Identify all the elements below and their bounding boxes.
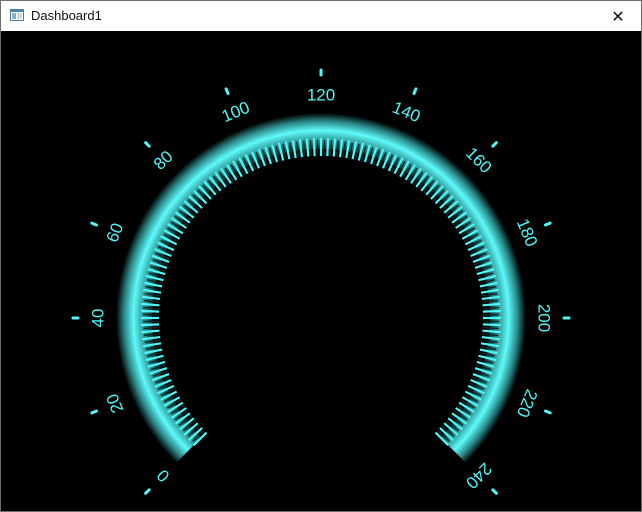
- scale-label: 40: [89, 309, 108, 328]
- minor-tick: [141, 329, 160, 334]
- speed-gauge: 0 20 40 60 80 100 120 140 160 180 200 220 240: [71, 68, 571, 495]
- app-window: Dashboard1 ✕ 0 20 40 60 80 100 120 140 160 180 200…: [0, 0, 642, 512]
- gauge-glow-band: [116, 113, 526, 463]
- minor-tick-gap: [143, 326, 160, 330]
- scale-label: 140: [390, 98, 423, 126]
- minor-tick: [305, 138, 310, 157]
- minor-tick-gap: [329, 140, 333, 157]
- major-tick: [544, 221, 552, 227]
- major-tick: [224, 87, 230, 95]
- major-tick: [544, 409, 552, 415]
- title-bar[interactable]: Dashboard1 ✕: [1, 1, 641, 31]
- major-tick: [491, 141, 498, 148]
- close-icon: ✕: [611, 6, 625, 26]
- minor-tick: [312, 138, 316, 157]
- close-button[interactable]: ✕: [595, 1, 641, 31]
- scale-label: 120: [307, 86, 335, 105]
- minor-tick: [482, 329, 501, 334]
- gauge-arc: [116, 113, 526, 463]
- major-tick: [412, 87, 418, 95]
- minor-tick-gap: [482, 326, 499, 330]
- minor-tick: [332, 138, 337, 157]
- scale-label: 60: [103, 220, 128, 245]
- major-tick: [90, 409, 98, 415]
- scale-label: 160: [462, 144, 495, 177]
- minor-tick: [326, 138, 330, 157]
- major-tick: [491, 488, 498, 495]
- minor-tick: [482, 323, 501, 327]
- minor-tick-gap: [482, 306, 499, 310]
- scale-label: 0: [153, 466, 173, 486]
- minor-tick: [141, 323, 160, 327]
- minor-tick: [141, 302, 160, 307]
- minor-tick-gap: [143, 306, 160, 310]
- scale-label: 20: [103, 391, 128, 416]
- major-tick: [90, 221, 98, 227]
- scale-label: 240: [462, 459, 495, 492]
- dashboard-canvas: 0 20 40 60 80 100 120 140 160 180 200 220 240: [1, 31, 641, 511]
- minor-tick-gap: [309, 140, 313, 157]
- minor-tick: [141, 309, 160, 313]
- scale-label: 180: [513, 216, 541, 249]
- scale-label: 80: [150, 147, 177, 174]
- minor-tick: [482, 302, 501, 307]
- window-app-icon: [10, 9, 24, 21]
- scale-label: 200: [535, 304, 554, 332]
- scale-label: 100: [219, 98, 252, 126]
- scale-label: 220: [513, 387, 541, 420]
- window-title: Dashboard1: [31, 8, 102, 23]
- major-tick: [144, 141, 151, 148]
- minor-tick: [482, 309, 501, 313]
- major-tick: [144, 488, 151, 495]
